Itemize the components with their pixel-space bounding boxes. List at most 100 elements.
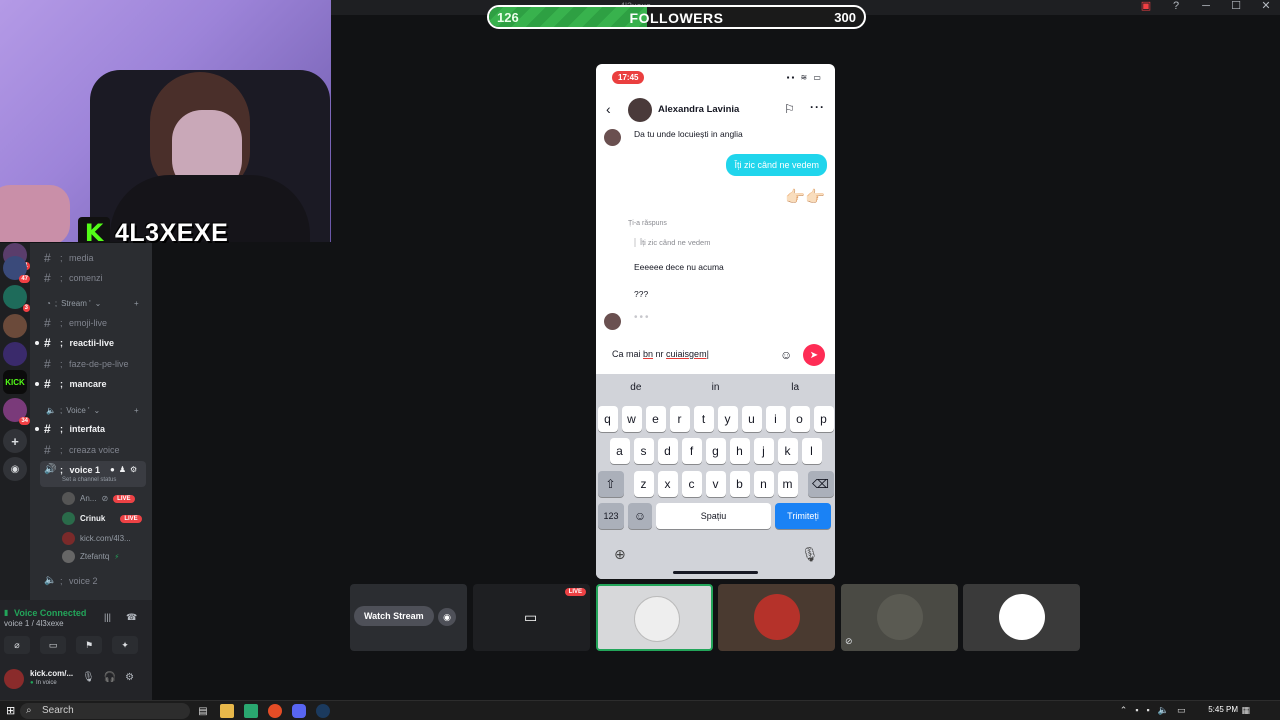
key-o[interactable]: o bbox=[789, 406, 810, 432]
key-y[interactable]: y bbox=[717, 406, 738, 432]
participant-tile[interactable] bbox=[963, 584, 1080, 651]
globe-icon[interactable]: ⊕ bbox=[614, 546, 626, 563]
add-server-icon[interactable]: + bbox=[3, 429, 27, 453]
chrome-icon[interactable] bbox=[268, 704, 282, 718]
user-name[interactable]: kick.com/... bbox=[30, 669, 73, 678]
activity-icon[interactable]: ⚑ bbox=[76, 636, 102, 654]
add-channel-icon[interactable]: + bbox=[134, 299, 139, 308]
channel-faze-de-pe-live[interactable]: #; faze-de-pe-live bbox=[44, 357, 129, 371]
key-h[interactable]: h bbox=[729, 438, 750, 464]
chat-icon[interactable]: ● bbox=[110, 465, 115, 474]
key-k[interactable]: k bbox=[777, 438, 798, 464]
user-avatar[interactable] bbox=[4, 669, 24, 689]
headphones-icon[interactable]: 🎧 bbox=[104, 672, 116, 683]
suggestion[interactable]: in bbox=[676, 374, 756, 402]
file-explorer-icon[interactable] bbox=[220, 704, 234, 718]
channel-voice-2[interactable]: 🔈; voice 2 bbox=[44, 575, 98, 586]
minimize-icon[interactable]: ─ bbox=[1200, 0, 1212, 13]
key-s[interactable]: s bbox=[633, 438, 654, 464]
contact-avatar[interactable] bbox=[628, 98, 652, 122]
message-input[interactable]: Ca mai bn nr cuiaisgem| ☺ ➤ bbox=[604, 342, 827, 368]
channel-emoji-live[interactable]: #; emoji-live bbox=[44, 316, 107, 330]
disconnect-icon[interactable]: ☎ bbox=[126, 612, 137, 623]
stream-tile[interactable]: Watch Stream ◉ bbox=[350, 584, 467, 651]
send-icon[interactable]: ➤ bbox=[803, 344, 825, 366]
backspace-icon[interactable]: ⌫ bbox=[807, 471, 834, 497]
key-n[interactable]: n bbox=[753, 471, 774, 497]
category-voice[interactable]: 🔈; Voice ' ⌄ + bbox=[46, 406, 139, 415]
key-g[interactable]: g bbox=[705, 438, 726, 464]
voice-user[interactable]: Crinuk LIVE bbox=[62, 512, 142, 525]
category-stream[interactable]: ◔; Stream ' ⌄ + bbox=[46, 299, 139, 308]
channel-mancare[interactable]: #; mancare bbox=[44, 377, 107, 391]
voice-user[interactable]: Ztefantq ⚡ bbox=[62, 550, 119, 563]
discord-icon[interactable] bbox=[292, 704, 306, 718]
invite-icon[interactable]: ♟ bbox=[119, 465, 126, 474]
participant-tile[interactable] bbox=[718, 584, 835, 651]
notification-icon[interactable]: ▦ bbox=[1241, 705, 1250, 716]
key-d[interactable]: d bbox=[657, 438, 678, 464]
server-icon[interactable] bbox=[3, 342, 27, 366]
volume-icon[interactable]: 🔈 bbox=[1158, 705, 1169, 716]
add-channel-icon[interactable]: + bbox=[134, 406, 139, 415]
send-key[interactable]: Trimiteți bbox=[775, 503, 831, 529]
watch-stream-button[interactable]: Watch Stream bbox=[354, 606, 434, 626]
server-icon[interactable]: 34 bbox=[3, 398, 30, 425]
key-t[interactable]: t bbox=[693, 406, 714, 432]
space-key[interactable]: Spațiu bbox=[656, 503, 771, 529]
server-icon[interactable]: 47 bbox=[3, 256, 30, 283]
tray-app-icon[interactable]: ▪ bbox=[1147, 705, 1150, 716]
voice-channel-path[interactable]: voice 1 / 4l3xexe bbox=[4, 619, 64, 628]
channel-reactii-live[interactable]: #; reactii-live bbox=[44, 336, 114, 350]
help-icon[interactable]: ? bbox=[1170, 0, 1182, 13]
key-i[interactable]: i bbox=[765, 406, 786, 432]
tray-chevron-icon[interactable]: ⌃ bbox=[1120, 705, 1128, 716]
channel-voice-1[interactable]: 🔊; voice 1 ● ♟ ⚙ bbox=[44, 464, 137, 475]
taskbar-clock[interactable]: 5:45 PM bbox=[1208, 705, 1238, 714]
voice-user[interactable]: kick.com/4l3... bbox=[62, 532, 131, 545]
key-z[interactable]: z bbox=[633, 471, 654, 497]
server-icon[interactable] bbox=[3, 314, 27, 338]
sticker-icon[interactable]: ☺ bbox=[780, 348, 792, 362]
channel-status[interactable]: Set a channel status bbox=[62, 477, 116, 483]
key-x[interactable]: x bbox=[657, 471, 678, 497]
emoji-key-icon[interactable]: ☺ bbox=[628, 503, 652, 529]
key-u[interactable]: u bbox=[741, 406, 762, 432]
camera-off-icon[interactable]: ⌀ bbox=[4, 636, 30, 654]
shift-icon[interactable]: ⇧ bbox=[597, 471, 624, 497]
dictation-mic-icon[interactable]: 🎙 bbox=[801, 546, 819, 563]
tray-app-icon[interactable]: ▪ bbox=[1135, 705, 1138, 716]
channel-creaza-voice[interactable]: #; creaza voice bbox=[44, 443, 120, 457]
key-j[interactable]: j bbox=[753, 438, 774, 464]
noise-suppression-icon[interactable]: ||| bbox=[104, 612, 111, 622]
key-a[interactable]: a bbox=[609, 438, 630, 464]
maximize-icon[interactable]: ☐ bbox=[1230, 0, 1242, 13]
app-icon[interactable] bbox=[244, 704, 258, 718]
screen-share-icon[interactable]: ▭ bbox=[40, 636, 66, 654]
key-m[interactable]: m bbox=[777, 471, 798, 497]
back-icon[interactable]: ‹ bbox=[606, 101, 611, 117]
task-view-icon[interactable]: ▤ bbox=[196, 704, 210, 718]
close-icon[interactable]: ✕ bbox=[1260, 0, 1272, 13]
key-q[interactable]: q bbox=[597, 406, 618, 432]
key-c[interactable]: c bbox=[681, 471, 702, 497]
gear-icon[interactable]: ⚙ bbox=[130, 465, 137, 474]
suggestion[interactable]: la bbox=[755, 374, 835, 402]
key-l[interactable]: l bbox=[801, 438, 822, 464]
channel-media[interactable]: #; media bbox=[44, 251, 94, 265]
inbox-icon[interactable]: ▣ bbox=[1140, 0, 1152, 13]
contact-name[interactable]: Alexandra Lavinia bbox=[658, 104, 739, 115]
soundboard-icon[interactable]: ✦ bbox=[112, 636, 138, 654]
participant-tile[interactable]: ⊘ bbox=[841, 584, 958, 651]
key-w[interactable]: w bbox=[621, 406, 642, 432]
server-icon[interactable]: 3 bbox=[3, 285, 30, 312]
message-input-text[interactable]: Ca mai bn nr cuiaisgem| bbox=[612, 349, 709, 359]
discover-icon[interactable]: ◉ bbox=[3, 457, 27, 481]
key-e[interactable]: e bbox=[645, 406, 666, 432]
screen-share-tile[interactable]: LIVE ▭ bbox=[473, 584, 590, 651]
suggestion[interactable]: de bbox=[596, 374, 676, 402]
preview-eye-icon[interactable]: ◉ bbox=[438, 608, 456, 626]
more-icon[interactable]: ··· bbox=[810, 100, 825, 114]
key-v[interactable]: v bbox=[705, 471, 726, 497]
channel-interfata[interactable]: #; interfata bbox=[44, 422, 105, 436]
